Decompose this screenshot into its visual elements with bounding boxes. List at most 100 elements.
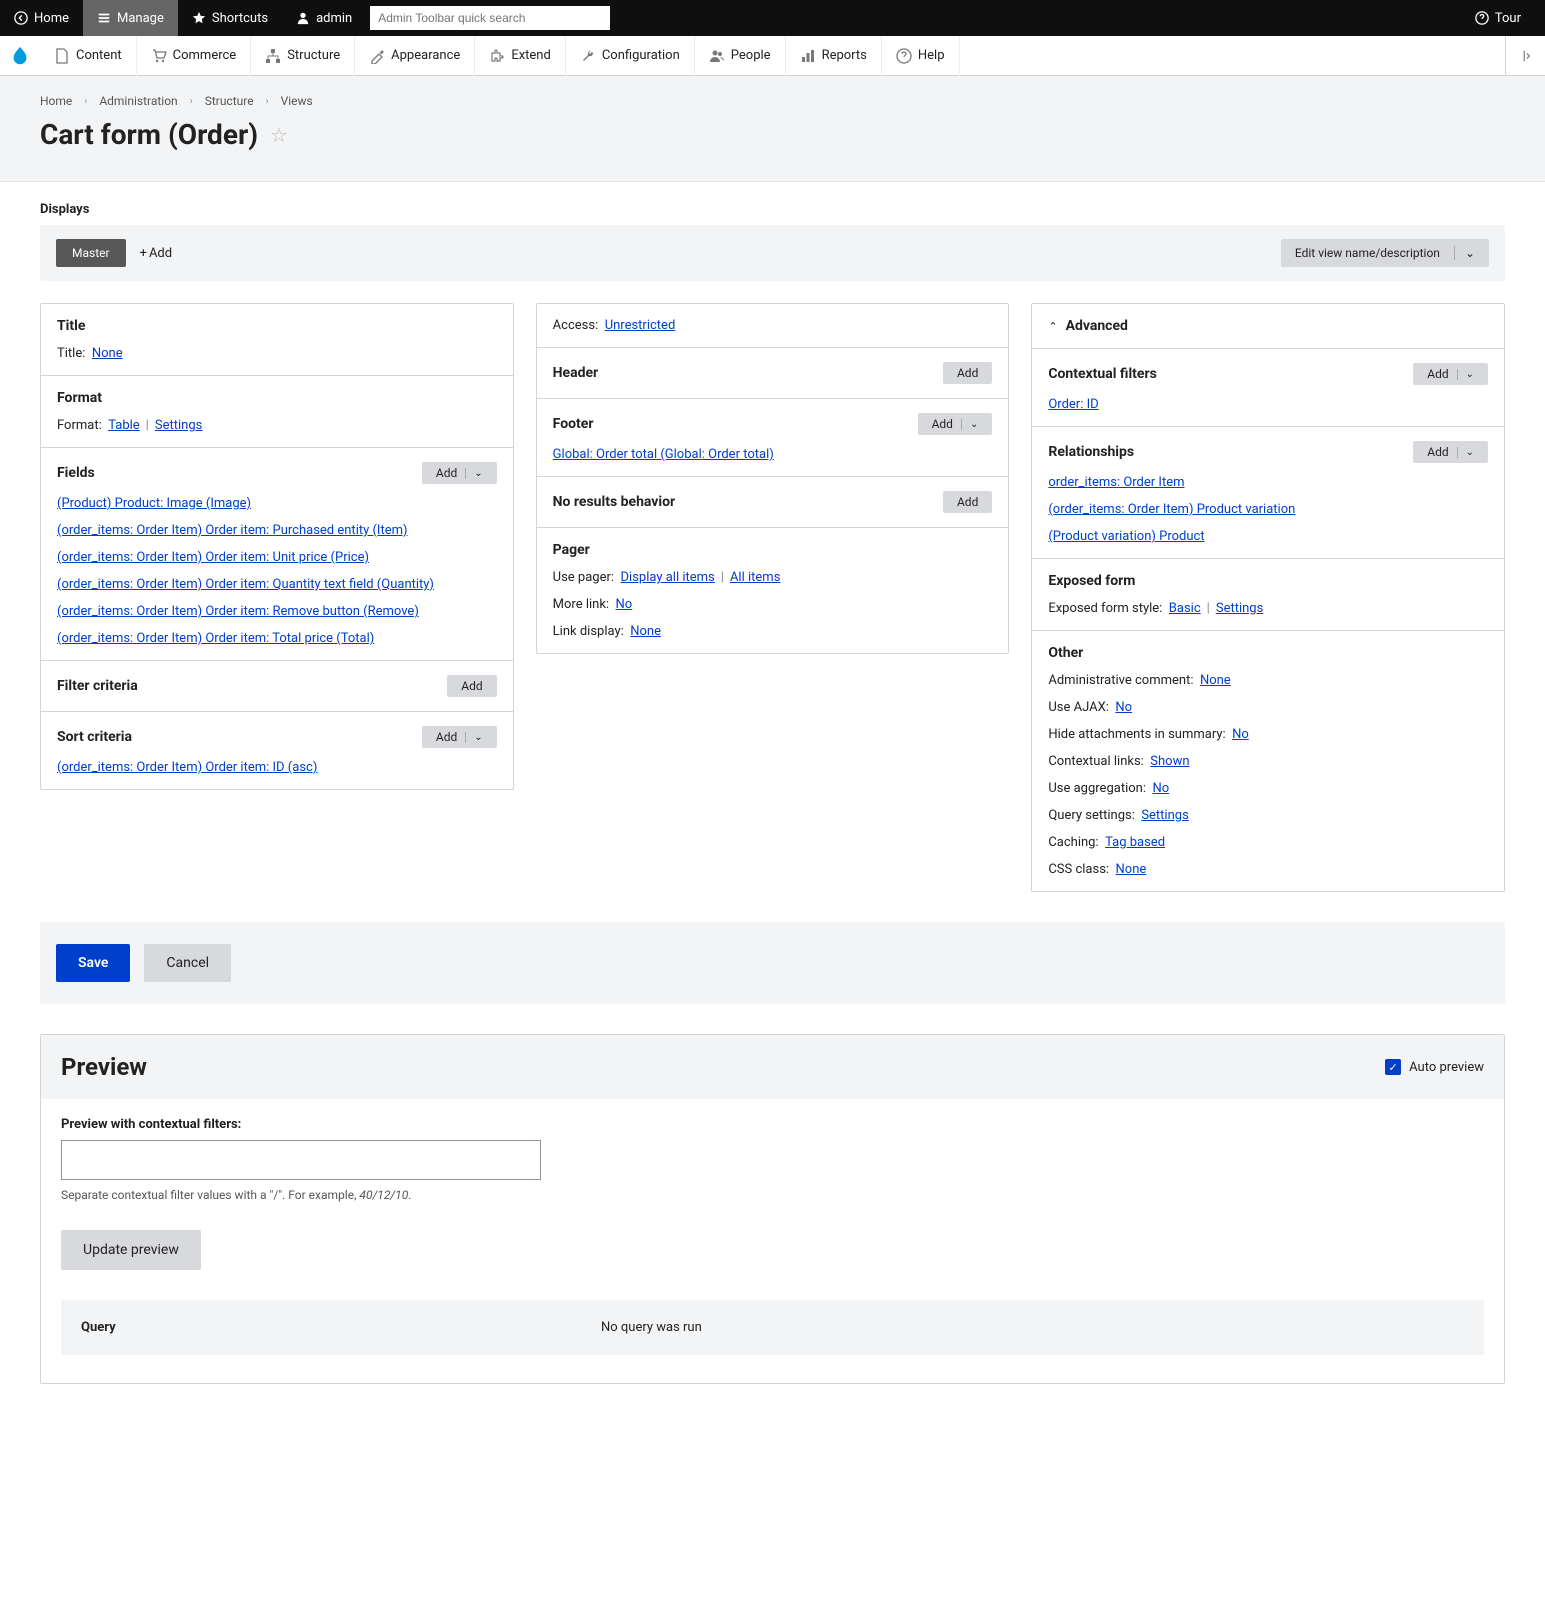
star-outline-icon[interactable]: ☆	[270, 123, 288, 147]
toolbar-manage[interactable]: Manage	[83, 0, 178, 36]
field-link[interactable]: (Product) Product: Image (Image)	[57, 496, 497, 511]
other-link[interactable]: Tag based	[1105, 835, 1165, 850]
plus-icon: +	[140, 246, 147, 261]
update-preview-button[interactable]: Update preview	[61, 1230, 201, 1270]
chevron-down-icon[interactable]: ⌄	[1457, 369, 1474, 380]
other-link[interactable]: Shown	[1150, 754, 1189, 769]
other-link[interactable]: None	[1200, 673, 1231, 688]
question-icon	[896, 48, 912, 64]
filter-add-button[interactable]: Add	[447, 675, 496, 697]
puzzle-icon	[489, 48, 505, 64]
pager-allitems-link[interactable]: All items	[730, 570, 780, 585]
field-link[interactable]: (order_items: Order Item) Order item: Un…	[57, 550, 497, 565]
menu-commerce[interactable]: Commerce	[137, 36, 252, 76]
auto-preview-toggle[interactable]: ✓ Auto preview	[1385, 1059, 1484, 1075]
fields-add-button[interactable]: Add⌄	[422, 462, 497, 484]
title-heading: Title	[57, 318, 497, 334]
advanced-toggle[interactable]: ⌃ Advanced	[1032, 304, 1504, 349]
save-button[interactable]: Save	[56, 944, 130, 982]
format-settings-link[interactable]: Settings	[155, 418, 202, 433]
toolbar-home-label: Home	[34, 11, 69, 26]
preview-filter-input[interactable]	[61, 1140, 541, 1180]
toolbar-manage-label: Manage	[117, 11, 164, 26]
other-link[interactable]: No	[1232, 727, 1249, 742]
user-icon	[296, 11, 310, 25]
cart-icon	[151, 48, 167, 64]
chevron-right-icon: ›	[190, 96, 193, 107]
menu-extend[interactable]: Extend	[475, 36, 566, 76]
other-heading: Other	[1048, 645, 1488, 661]
drupal-logo-icon[interactable]	[0, 36, 40, 76]
menu-configuration[interactable]: Configuration	[566, 36, 695, 76]
chevron-down-icon[interactable]: ⌄	[961, 419, 978, 430]
noresults-add-button[interactable]: Add	[943, 491, 992, 513]
format-heading: Format	[57, 390, 497, 406]
menu-reports[interactable]: Reports	[786, 36, 882, 76]
edit-view-name-button[interactable]: Edit view name/description ⌄	[1281, 239, 1489, 267]
relationships-heading: Relationships	[1048, 444, 1134, 460]
chevron-down-icon[interactable]: ⌄	[1457, 447, 1474, 458]
header-heading: Header	[553, 365, 599, 381]
pager-display-link[interactable]: Display all items	[621, 570, 715, 585]
toolbar-search-input[interactable]	[370, 6, 610, 30]
title-value-link[interactable]: None	[92, 346, 123, 361]
header-add-button[interactable]: Add	[943, 362, 992, 384]
add-display-button[interactable]: +Add	[140, 246, 173, 261]
chevron-down-icon[interactable]: ⌄	[465, 468, 482, 479]
other-link[interactable]: No	[1152, 781, 1169, 796]
toolbar-tour[interactable]: Tour	[1461, 0, 1535, 36]
chevron-down-icon[interactable]: ⌄	[1454, 246, 1475, 260]
other-link[interactable]: No	[1115, 700, 1132, 715]
toolbar-user-label: admin	[316, 11, 352, 26]
menu-content[interactable]: Content	[40, 36, 137, 76]
relationship-link[interactable]: order_items: Order Item	[1048, 475, 1488, 490]
contextual-add-button[interactable]: Add⌄	[1413, 363, 1488, 385]
admin-menu: Content Commerce Structure Appearance Ex…	[0, 36, 1545, 76]
toolbar-tour-label: Tour	[1495, 11, 1521, 26]
breadcrumb-home[interactable]: Home	[40, 94, 72, 108]
query-label: Query	[81, 1320, 601, 1335]
breadcrumb-admin[interactable]: Administration	[99, 94, 177, 108]
field-link[interactable]: (order_items: Order Item) Order item: Re…	[57, 604, 497, 619]
hamburger-icon	[97, 11, 111, 25]
exposed-value-link[interactable]: Basic	[1169, 601, 1201, 616]
breadcrumb-structure[interactable]: Structure	[205, 94, 254, 108]
toolbar-user[interactable]: admin	[282, 0, 366, 36]
menu-appearance[interactable]: Appearance	[355, 36, 475, 76]
exposed-settings-link[interactable]: Settings	[1216, 601, 1263, 616]
contextual-link[interactable]: Order: ID	[1048, 397, 1488, 412]
other-link[interactable]: Settings	[1141, 808, 1188, 823]
field-link[interactable]: (order_items: Order Item) Order item: To…	[57, 631, 497, 646]
back-arrow-icon	[14, 11, 28, 25]
footer-link[interactable]: Global: Order total (Global: Order total…	[553, 447, 993, 462]
relationship-link[interactable]: (Product variation) Product	[1048, 529, 1488, 544]
menu-structure[interactable]: Structure	[251, 36, 355, 76]
cancel-button[interactable]: Cancel	[144, 944, 231, 982]
link-display-link[interactable]: None	[630, 624, 661, 639]
chevron-right-icon: ›	[84, 96, 87, 107]
breadcrumb-views[interactable]: Views	[281, 94, 313, 108]
other-link[interactable]: None	[1116, 862, 1147, 877]
preview-filter-label: Preview with contextual filters:	[61, 1117, 1484, 1132]
chevron-down-icon[interactable]: ⌄	[465, 732, 482, 743]
relationships-add-button[interactable]: Add⌄	[1413, 441, 1488, 463]
toolbar-back-home[interactable]: Home	[0, 0, 83, 36]
menu-help[interactable]: Help	[882, 36, 960, 76]
field-link[interactable]: (order_items: Order Item) Order item: Pu…	[57, 523, 497, 538]
format-value-link[interactable]: Table	[108, 418, 139, 433]
sort-add-button[interactable]: Add⌄	[422, 726, 497, 748]
chevron-up-icon: ⌃	[1048, 320, 1057, 333]
sort-heading: Sort criteria	[57, 729, 132, 745]
display-tab-master[interactable]: Master	[56, 239, 126, 267]
footer-add-button[interactable]: Add⌄	[918, 413, 993, 435]
menu-collapse-toggle[interactable]	[1505, 36, 1545, 76]
menu-people[interactable]: People	[695, 36, 786, 76]
toolbar-shortcuts[interactable]: Shortcuts	[178, 0, 282, 36]
admin-toolbar: Home Manage Shortcuts admin Tour	[0, 0, 1545, 36]
relationship-link[interactable]: (order_items: Order Item) Product variat…	[1048, 502, 1488, 517]
sort-link[interactable]: (order_items: Order Item) Order item: ID…	[57, 760, 497, 775]
more-link[interactable]: No	[616, 597, 633, 612]
footer-heading: Footer	[553, 416, 594, 432]
field-link[interactable]: (order_items: Order Item) Order item: Qu…	[57, 577, 497, 592]
access-value-link[interactable]: Unrestricted	[605, 318, 676, 333]
